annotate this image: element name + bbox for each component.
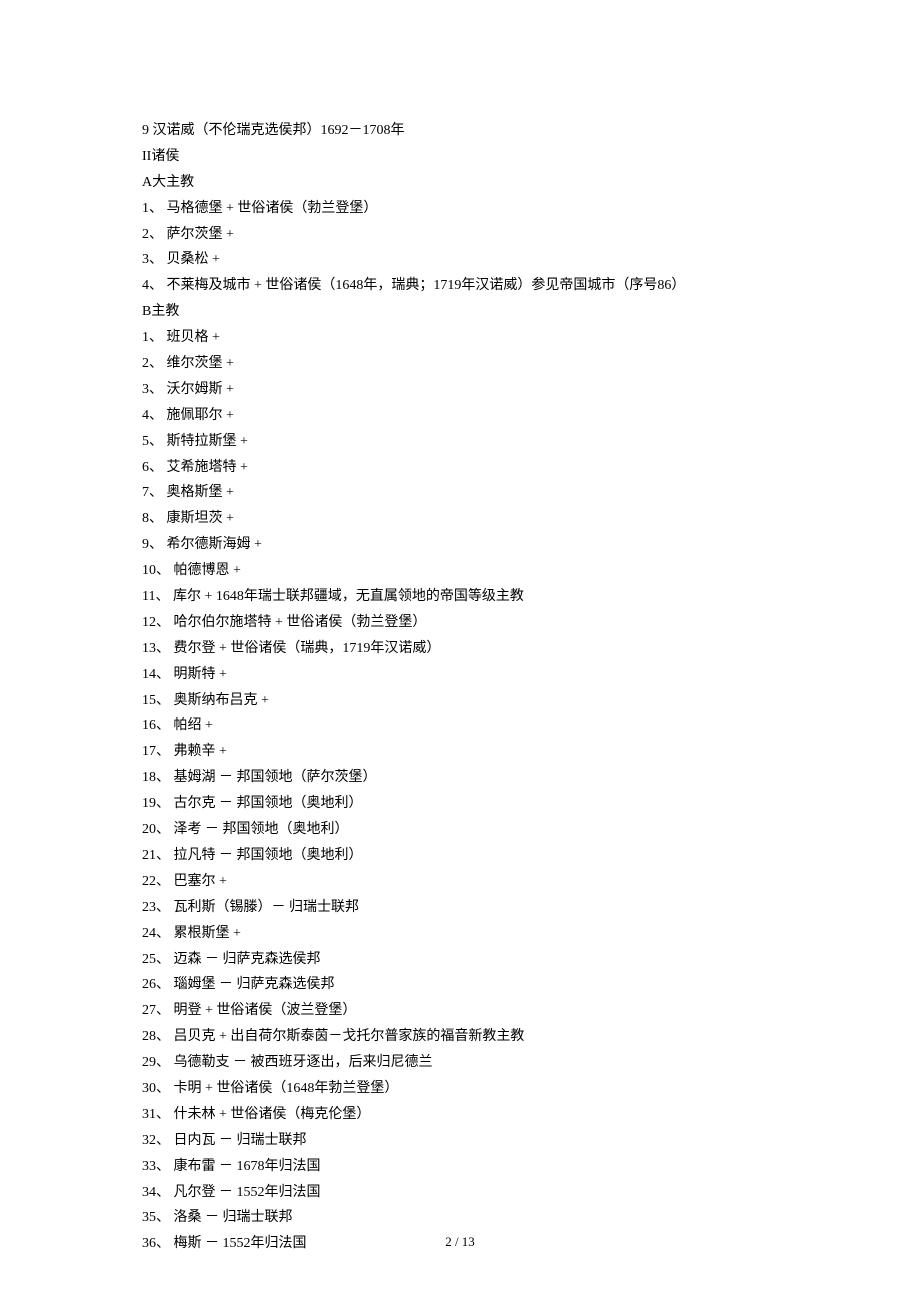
list-item: 22、 巴塞尔 + [142, 869, 778, 895]
bishop-list-section: 1、 班贝格 +2、 维尔茨堡 +3、 沃尔姆斯 +4、 施佩耶尔 +5、 斯特… [142, 325, 778, 1257]
list-item: 1、 班贝格 + [142, 325, 778, 351]
text-line: A大主教 [142, 170, 778, 196]
list-item: 9、 希尔德斯海姆 + [142, 532, 778, 558]
text-line: 3、 贝桑松 + [142, 247, 778, 273]
list-item: 3、 沃尔姆斯 + [142, 377, 778, 403]
list-item: 29、 乌德勒支 － 被西班牙逐出，后来归尼德兰 [142, 1050, 778, 1076]
list-item: 5、 斯特拉斯堡 + [142, 429, 778, 455]
list-item: 16、 帕绍 + [142, 713, 778, 739]
list-item: 6、 艾希施塔特 + [142, 455, 778, 481]
list-item: 12、 哈尔伯尔施塔特 + 世俗诸侯（勃兰登堡） [142, 610, 778, 636]
list-item: 30、 卡明 + 世俗诸侯（1648年勃兰登堡） [142, 1076, 778, 1102]
list-item: 23、 瓦利斯（锡滕）－ 归瑞士联邦 [142, 895, 778, 921]
list-item: 14、 明斯特 + [142, 662, 778, 688]
list-item: 31、 什未林 + 世俗诸侯（梅克伦堡） [142, 1102, 778, 1128]
list-item: 4、 施佩耶尔 + [142, 403, 778, 429]
list-item: 35、 洛桑 － 归瑞士联邦 [142, 1205, 778, 1231]
list-item: 8、 康斯坦茨 + [142, 506, 778, 532]
text-line: 4、 不莱梅及城市 + 世俗诸侯（1648年，瑞典；1719年汉诺威）参见帝国城… [142, 273, 778, 299]
list-item: 15、 奥斯纳布吕克 + [142, 688, 778, 714]
list-item: 11、 库尔 + 1648年瑞士联邦疆域，无直属领地的帝国等级主教 [142, 584, 778, 610]
text-line: II诸侯 [142, 144, 778, 170]
intro-section: 9 汉诺威（不伦瑞克选侯邦）1692－1708年II诸侯A大主教1、 马格德堡 … [142, 118, 778, 325]
list-item: 13、 费尔登 + 世俗诸侯（瑞典，1719年汉诺威） [142, 636, 778, 662]
list-item: 17、 弗赖辛 + [142, 739, 778, 765]
list-item: 33、 康布雷 － 1678年归法国 [142, 1154, 778, 1180]
list-item: 18、 基姆湖 － 邦国领地（萨尔茨堡） [142, 765, 778, 791]
list-item: 25、 迈森 － 归萨克森选侯邦 [142, 947, 778, 973]
list-item: 7、 奥格斯堡 + [142, 480, 778, 506]
text-line: B主教 [142, 299, 778, 325]
list-item: 34、 凡尔登 － 1552年归法国 [142, 1180, 778, 1206]
document-page: 9 汉诺威（不伦瑞克选侯邦）1692－1708年II诸侯A大主教1、 马格德堡 … [0, 0, 920, 1302]
list-item: 20、 泽考 － 邦国领地（奥地利） [142, 817, 778, 843]
list-item: 19、 古尔克 － 邦国领地（奥地利） [142, 791, 778, 817]
text-line: 2、 萨尔茨堡 + [142, 222, 778, 248]
list-item: 27、 明登 + 世俗诸侯（波兰登堡） [142, 998, 778, 1024]
list-item: 26、 瑙姆堡 － 归萨克森选侯邦 [142, 972, 778, 998]
list-item: 21、 拉凡特 － 邦国领地（奥地利） [142, 843, 778, 869]
list-item: 10、 帕德博恩 + [142, 558, 778, 584]
text-line: 1、 马格德堡 + 世俗诸侯（勃兰登堡） [142, 196, 778, 222]
text-line: 9 汉诺威（不伦瑞克选侯邦）1692－1708年 [142, 118, 778, 144]
list-item: 24、 累根斯堡 + [142, 921, 778, 947]
page-footer: 2 / 13 [0, 1230, 920, 1254]
list-item: 32、 日内瓦 － 归瑞士联邦 [142, 1128, 778, 1154]
list-item: 28、 吕贝克 + 出自荷尔斯泰茵－戈托尔普家族的福音新教主教 [142, 1024, 778, 1050]
list-item: 2、 维尔茨堡 + [142, 351, 778, 377]
